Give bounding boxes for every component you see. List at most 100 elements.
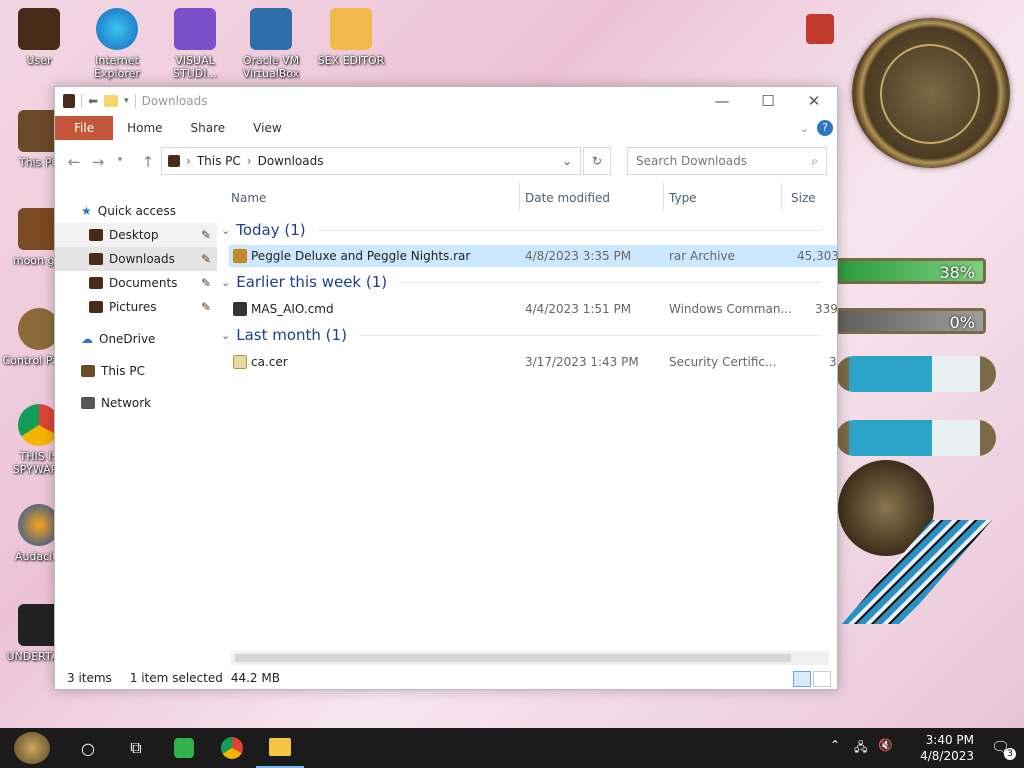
search-input[interactable]: Search Downloads ⌕: [627, 147, 827, 175]
chat-app-icon: [174, 738, 194, 758]
maximize-button[interactable]: ☐: [745, 87, 791, 115]
chrome-icon: [221, 737, 243, 759]
hex-editor-icon: [330, 8, 372, 50]
table-row[interactable]: MAS_AIO.cmd 4/4/2023 1:51 PM Windows Com…: [229, 298, 838, 320]
chevron-right-icon[interactable]: ›: [247, 154, 252, 168]
taskbar-app-green[interactable]: [160, 728, 208, 768]
taskbar: ○ ⧉ ⌃ 🖧 🔇 3:40 PM 4/8/2023 🗨 3: [0, 728, 1024, 768]
desktop-icon-label: SEX EDITOR: [317, 54, 385, 67]
nav-this-pc[interactable]: This PC: [55, 359, 217, 383]
certificate-icon: [233, 355, 247, 369]
nav-label: OneDrive: [99, 332, 156, 346]
column-header-name[interactable]: Name: [231, 191, 266, 205]
breadcrumb-downloads[interactable]: Downloads: [258, 154, 324, 168]
nav-desktop[interactable]: Desktop ✎: [55, 223, 217, 247]
table-row[interactable]: Peggle Deluxe and Peggle Nights.rar 4/8/…: [229, 245, 839, 267]
close-button[interactable]: ✕: [791, 87, 837, 115]
pictures-folder-icon: [89, 301, 103, 313]
up-button[interactable]: ↑: [139, 153, 157, 171]
nav-documents[interactable]: Documents ✎: [55, 271, 217, 295]
desktop-icon-hex-editor[interactable]: SEX EDITOR: [314, 8, 388, 67]
group-header-today[interactable]: ⌄ Today (1): [221, 221, 821, 239]
recent-locations-icon[interactable]: ▾: [111, 155, 129, 165]
taskbar-app-file-explorer[interactable]: [256, 728, 304, 768]
address-dropdown-icon[interactable]: ⌄: [562, 154, 572, 168]
divider: [399, 281, 821, 283]
start-gear-icon: [14, 732, 50, 764]
file-date: 3/17/2023 1:43 PM: [525, 355, 639, 369]
pin-icon: ✎: [200, 300, 211, 314]
help-icon[interactable]: ?: [817, 120, 833, 136]
column-header-date[interactable]: Date modified: [525, 191, 610, 205]
undo-icon[interactable]: ⬅: [88, 94, 98, 108]
group-header-earlier-this-week[interactable]: ⌄ Earlier this week (1): [221, 273, 821, 291]
ribbon-tabs: File Home Share View ⌄ ?: [55, 115, 837, 141]
horizontal-scrollbar[interactable]: [231, 651, 829, 665]
tab-home[interactable]: Home: [113, 116, 176, 140]
nav-label: Desktop: [109, 228, 159, 242]
task-view-button[interactable]: ⧉: [112, 728, 160, 768]
pin-icon: ✎: [200, 252, 211, 266]
table-row[interactable]: ca.cer 3/17/2023 1:43 PM Security Certif…: [229, 351, 837, 373]
explorer-app-icon: [63, 94, 75, 108]
desktop-icon-user[interactable]: User: [2, 8, 76, 67]
desktop-icon-virtualbox[interactable]: Oracle VM VirtualBox: [234, 8, 308, 80]
tab-share[interactable]: Share: [177, 116, 240, 140]
search-placeholder: Search Downloads: [636, 154, 747, 168]
virtualbox-icon: [250, 8, 292, 50]
desktop-icon-visual-studio[interactable]: VISUAL STUDI...: [158, 8, 232, 80]
column-header-size[interactable]: Size: [791, 191, 816, 205]
item-count: 3 items: [67, 671, 112, 685]
tab-view[interactable]: View: [239, 116, 295, 140]
taskbar-clock[interactable]: 3:40 PM 4/8/2023: [920, 732, 974, 764]
expand-ribbon-icon[interactable]: ⌄: [800, 122, 817, 135]
scrollbar-thumb[interactable]: [235, 654, 791, 662]
minimize-button[interactable]: —: [699, 87, 745, 115]
file-explorer-window[interactable]: ⬅ ▾ Downloads — ☐ ✕ File Home Share View…: [54, 86, 839, 690]
file-type: Security Certific...: [669, 355, 777, 369]
desktop-icon-label: Oracle VM VirtualBox: [242, 54, 300, 80]
tab-file[interactable]: File: [55, 116, 114, 140]
file-size: 339: [815, 302, 838, 316]
details-view-button[interactable]: [793, 671, 811, 687]
search-button[interactable]: ○: [64, 728, 112, 768]
desktop-icon-label: Internet Explorer: [94, 54, 140, 80]
divider: [781, 183, 782, 211]
network-status-icon[interactable]: 🖧: [854, 738, 867, 759]
cloud-icon: ☁: [81, 332, 93, 346]
clock-gadget[interactable]: [852, 18, 1010, 168]
refresh-button[interactable]: ↻: [583, 147, 611, 175]
file-list: Name Date modified Type Size ⌄ Today (1)…: [221, 183, 839, 653]
folder-icon: [269, 738, 291, 756]
large-icons-view-button[interactable]: [813, 671, 831, 687]
taskbar-app-chrome[interactable]: [208, 728, 256, 768]
divider: [358, 334, 821, 336]
back-button[interactable]: ←: [65, 153, 83, 171]
nav-downloads[interactable]: Downloads ✎: [55, 247, 217, 271]
chevron-right-icon[interactable]: ›: [186, 154, 191, 168]
forward-button[interactable]: →: [89, 153, 107, 171]
start-button[interactable]: [0, 728, 64, 768]
show-hidden-icons[interactable]: ⌃: [830, 738, 840, 752]
documents-folder-icon: [89, 277, 103, 289]
group-header-last-month[interactable]: ⌄ Last month (1): [221, 326, 821, 344]
nav-label: Documents: [109, 276, 178, 290]
nav-onedrive[interactable]: ☁ OneDrive: [55, 327, 217, 351]
address-bar[interactable]: › This PC › Downloads ⌄: [161, 147, 581, 175]
customize-qat-icon[interactable]: ▾: [124, 96, 129, 106]
nav-pictures[interactable]: Pictures ✎: [55, 295, 217, 319]
desktop-icon-internet-explorer[interactable]: Internet Explorer: [80, 8, 154, 80]
user-folder-icon: [18, 8, 60, 50]
red-robot-icon[interactable]: [806, 14, 834, 44]
column-header-type[interactable]: Type: [669, 191, 697, 205]
breadcrumb-this-pc[interactable]: This PC: [197, 154, 241, 168]
nav-network[interactable]: Network: [55, 391, 217, 415]
nav-quick-access[interactable]: ★ Quick access: [55, 199, 217, 223]
selection-info: 1 item selected: [129, 671, 223, 685]
file-date: 4/4/2023 1:51 PM: [525, 302, 632, 316]
divider: [519, 183, 520, 211]
file-type: Windows Comman...: [669, 302, 792, 316]
new-folder-icon[interactable]: [104, 95, 119, 107]
pipe-decoration: [836, 356, 996, 392]
volume-muted-icon[interactable]: 🔇: [878, 738, 893, 752]
